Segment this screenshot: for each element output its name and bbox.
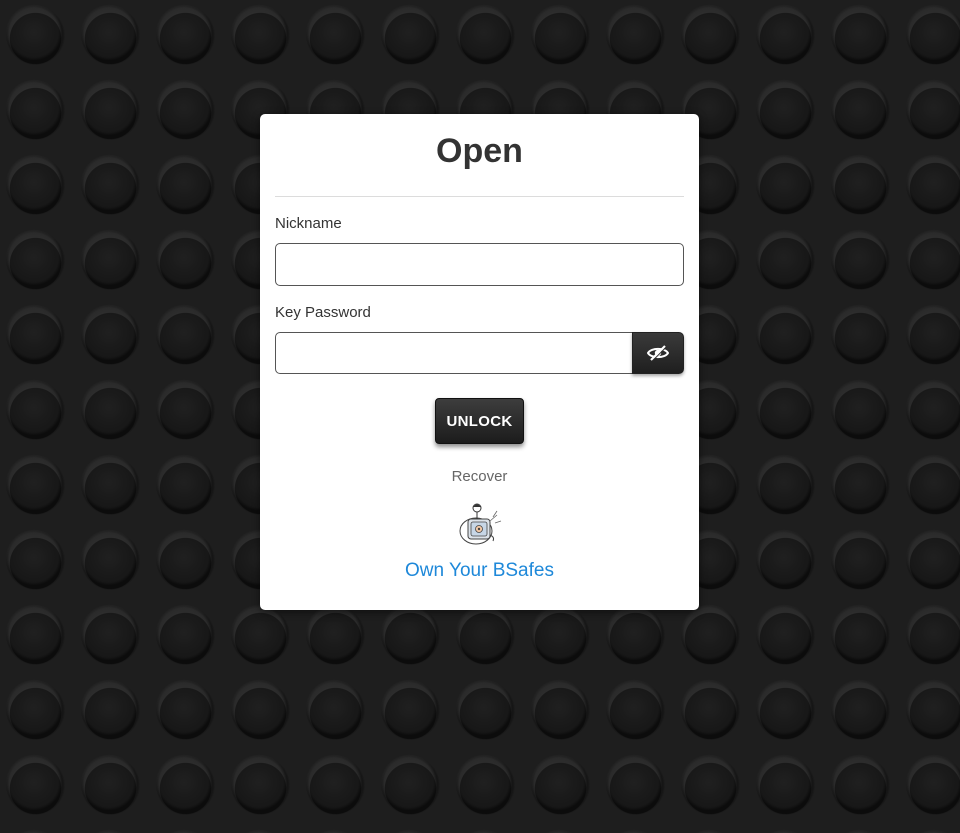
own-your-bsafes-link[interactable]: Own Your BSafes [260,559,699,583]
key-password-input[interactable] [275,332,633,374]
dialog-title: Open [436,132,523,170]
key-password-label: Key Password [275,304,371,321]
unlock-button[interactable]: UNLOCK [435,398,524,444]
safe-mascot-icon [459,503,502,545]
title-divider [275,196,684,197]
nickname-input[interactable] [275,243,684,286]
eye-slash-icon [647,345,669,361]
toggle-password-visibility-button[interactable] [632,332,684,374]
open-dialog: Open Nickname Key Password UNLOCK Recove… [260,114,699,610]
recover-link[interactable]: Recover [260,468,699,486]
nickname-label: Nickname [275,215,342,232]
